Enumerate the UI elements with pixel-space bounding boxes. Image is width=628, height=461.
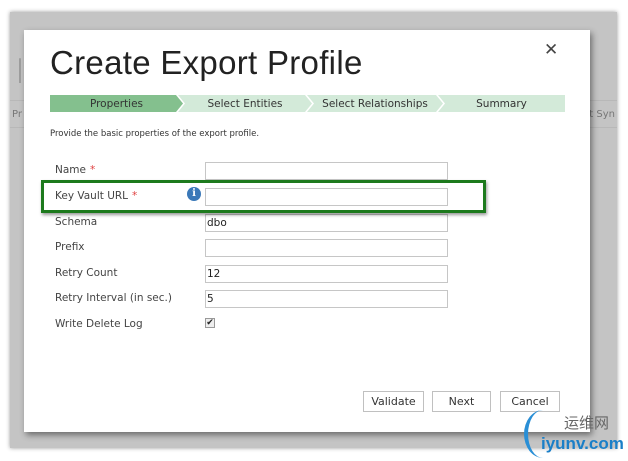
name-input[interactable]	[205, 162, 448, 180]
required-marker: *	[89, 164, 96, 176]
retry-interval-label: Retry Interval (in sec.)	[55, 292, 172, 304]
background-column-left: Pr	[12, 109, 22, 120]
watermark-cn: 运维网	[564, 414, 610, 432]
watermark: 运维网 iyunv.com	[524, 410, 624, 460]
write-delete-log-label: Write Delete Log	[55, 318, 143, 330]
step-properties[interactable]: Properties	[50, 95, 183, 112]
retry-count-input[interactable]	[205, 265, 448, 283]
retry-interval-input[interactable]	[205, 290, 448, 308]
schema-input[interactable]	[205, 214, 448, 232]
dialog-title: Create Export Profile	[50, 44, 363, 81]
schema-label: Schema	[55, 216, 98, 228]
step-select-entities[interactable]: Select Entities	[178, 95, 312, 112]
step-summary[interactable]: Summary	[438, 95, 565, 112]
watermark-en: iyunv.com	[541, 434, 624, 453]
write-delete-log-checkbox[interactable]: ✔	[205, 318, 215, 328]
step-select-relationships[interactable]: Select Relationships	[307, 95, 443, 112]
wizard-steps: Properties Select Entities Select Relati…	[50, 95, 565, 112]
name-label: Name *	[55, 164, 95, 176]
validate-button[interactable]: Validate	[363, 391, 424, 412]
prefix-input[interactable]	[205, 239, 448, 257]
highlight-box	[41, 180, 486, 213]
close-icon[interactable]: ✕	[544, 40, 558, 60]
prefix-label: Prefix	[55, 241, 85, 253]
description: Provide the basic properties of the expo…	[50, 129, 260, 139]
name-label-text: Name	[55, 164, 86, 176]
cancel-button[interactable]: Cancel	[500, 391, 560, 412]
retry-count-label: Retry Count	[55, 267, 118, 279]
next-button[interactable]: Next	[432, 391, 491, 412]
checkmark-icon: ✔	[206, 318, 214, 328]
create-export-profile-dialog: Create Export Profile ✕ Properties Selec…	[24, 30, 590, 432]
